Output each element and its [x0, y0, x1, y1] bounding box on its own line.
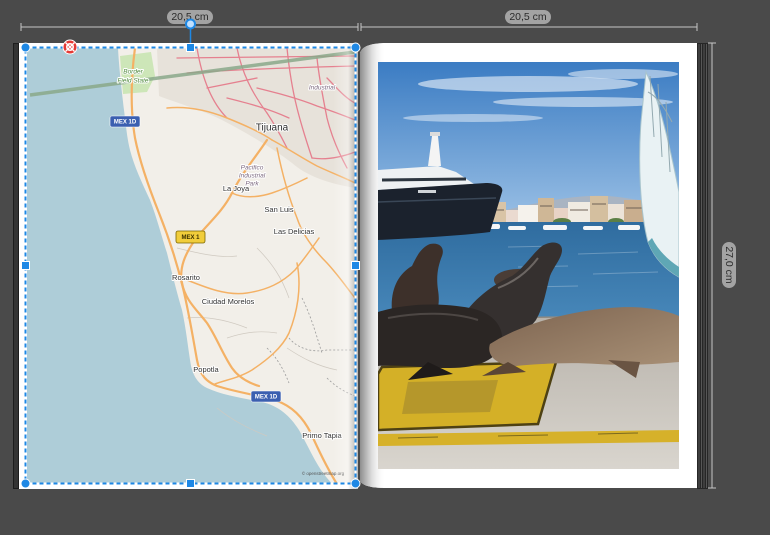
- resize-handle-bottom-right[interactable]: [350, 478, 361, 489]
- resize-handle-top[interactable]: [186, 43, 195, 52]
- selection-frame-underlay: [24, 46, 357, 485]
- editor-canvas: 20,5 cm 20,5 cm 27,0 cm Border Field Sta…: [0, 0, 770, 535]
- resize-handle-top-left[interactable]: [20, 42, 31, 53]
- remove-icon[interactable]: [62, 39, 78, 55]
- selection-frame[interactable]: [24, 46, 357, 485]
- selection-overlay: [20, 18, 361, 489]
- resize-handle-top-right[interactable]: [350, 42, 361, 53]
- resize-handle-bottom[interactable]: [186, 479, 195, 488]
- resize-handle-left[interactable]: [21, 261, 30, 270]
- rotate-handle-icon[interactable]: [185, 18, 196, 30]
- resize-handle-right[interactable]: [351, 261, 360, 270]
- resize-handle-bottom-left[interactable]: [20, 478, 31, 489]
